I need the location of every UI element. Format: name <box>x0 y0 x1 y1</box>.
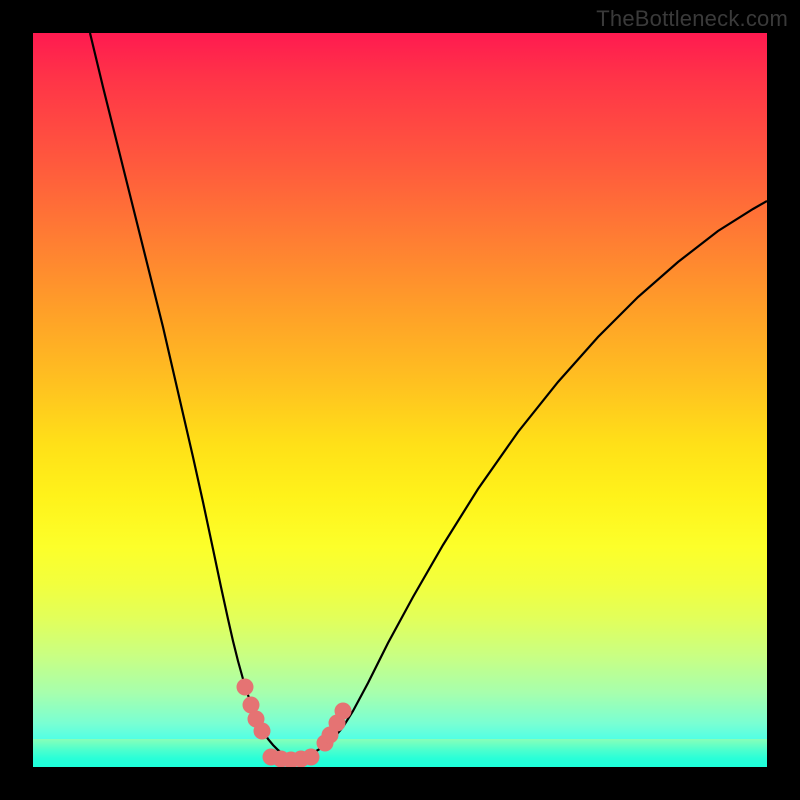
data-marker <box>237 679 254 696</box>
right-curve <box>293 201 767 759</box>
chart-svg <box>33 33 767 767</box>
watermark-text: TheBottleneck.com <box>596 6 788 32</box>
left-curve <box>90 33 293 759</box>
data-marker <box>335 703 352 720</box>
curve-group <box>90 33 767 759</box>
marker-group <box>237 679 352 768</box>
data-marker <box>303 749 320 766</box>
data-marker <box>254 723 271 740</box>
chart-plot-area <box>33 33 767 767</box>
